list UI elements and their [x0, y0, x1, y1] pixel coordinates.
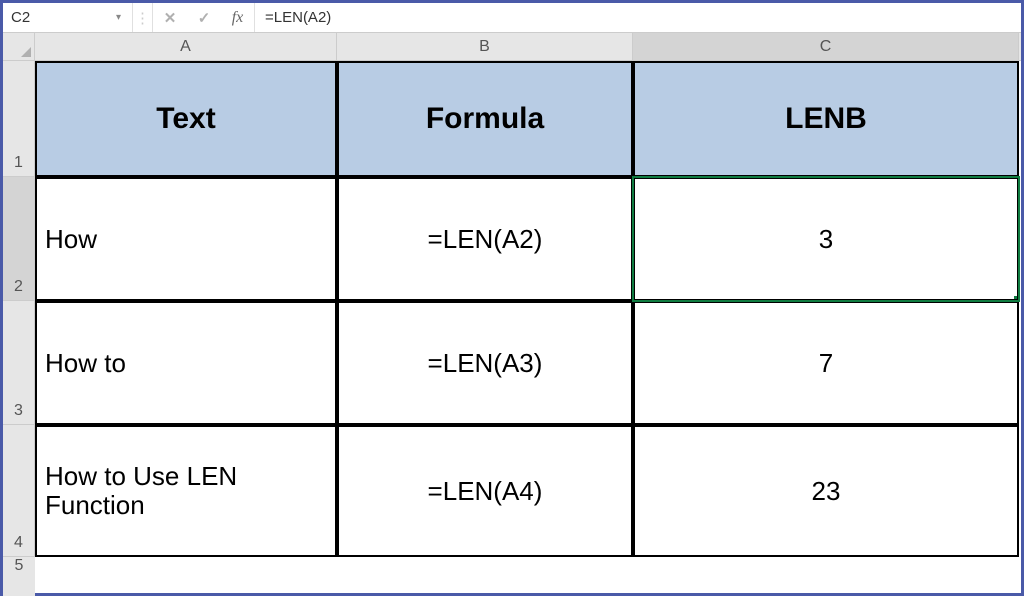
name-box[interactable]: C2	[11, 9, 113, 26]
row-header-1[interactable]: 1	[3, 61, 34, 177]
name-box-dropdown-icon[interactable]: ▾	[113, 12, 124, 23]
fb-separator: ⋮	[133, 3, 153, 32]
cell-B1[interactable]: Formula	[337, 61, 633, 177]
spreadsheet-grid: A B C 1 2 3 4 5 Text Formula LENB How =L…	[3, 33, 1021, 593]
cell-C3[interactable]: 7	[633, 301, 1019, 425]
column-headers: A B C	[35, 33, 1021, 61]
cell-C1[interactable]: LENB	[633, 61, 1019, 177]
col-header-B[interactable]: B	[337, 33, 633, 60]
cancel-button[interactable]: ✕	[153, 3, 187, 32]
row-headers: 1 2 3 4 5	[3, 61, 35, 593]
cell-A3[interactable]: How to	[35, 301, 337, 425]
name-box-container[interactable]: C2 ▾	[3, 3, 133, 32]
cell-A1[interactable]: Text	[35, 61, 337, 177]
cell-A4[interactable]: How to Use LEN Function	[35, 425, 337, 557]
row-header-5[interactable]: 5	[3, 557, 35, 596]
cell-C2[interactable]: 3	[633, 177, 1019, 301]
app-frame: C2 ▾ ⋮ ✕ ✓ fx =LEN(A2) A B C 1 2 3 4 5 T…	[0, 0, 1024, 596]
cell-C4[interactable]: 23	[633, 425, 1019, 557]
formula-input[interactable]: =LEN(A2)	[255, 3, 1021, 32]
formula-bar: C2 ▾ ⋮ ✕ ✓ fx =LEN(A2)	[3, 3, 1021, 33]
enter-button[interactable]: ✓	[187, 3, 221, 32]
row-header-2[interactable]: 2	[3, 177, 34, 301]
selection-fill-handle[interactable]	[1014, 296, 1019, 301]
cell-B4[interactable]: =LEN(A4)	[337, 425, 633, 557]
cell-B3[interactable]: =LEN(A3)	[337, 301, 633, 425]
row-header-3[interactable]: 3	[3, 301, 34, 425]
col-header-A[interactable]: A	[35, 33, 337, 60]
cells-area: Text Formula LENB How =LEN(A2) 3 How to …	[35, 61, 1021, 593]
select-all-corner[interactable]	[3, 33, 35, 61]
fx-button[interactable]: fx	[221, 3, 255, 32]
col-header-C[interactable]: C	[633, 33, 1019, 60]
row-header-4[interactable]: 4	[3, 425, 34, 557]
cell-A2[interactable]: How	[35, 177, 337, 301]
cell-B2[interactable]: =LEN(A2)	[337, 177, 633, 301]
